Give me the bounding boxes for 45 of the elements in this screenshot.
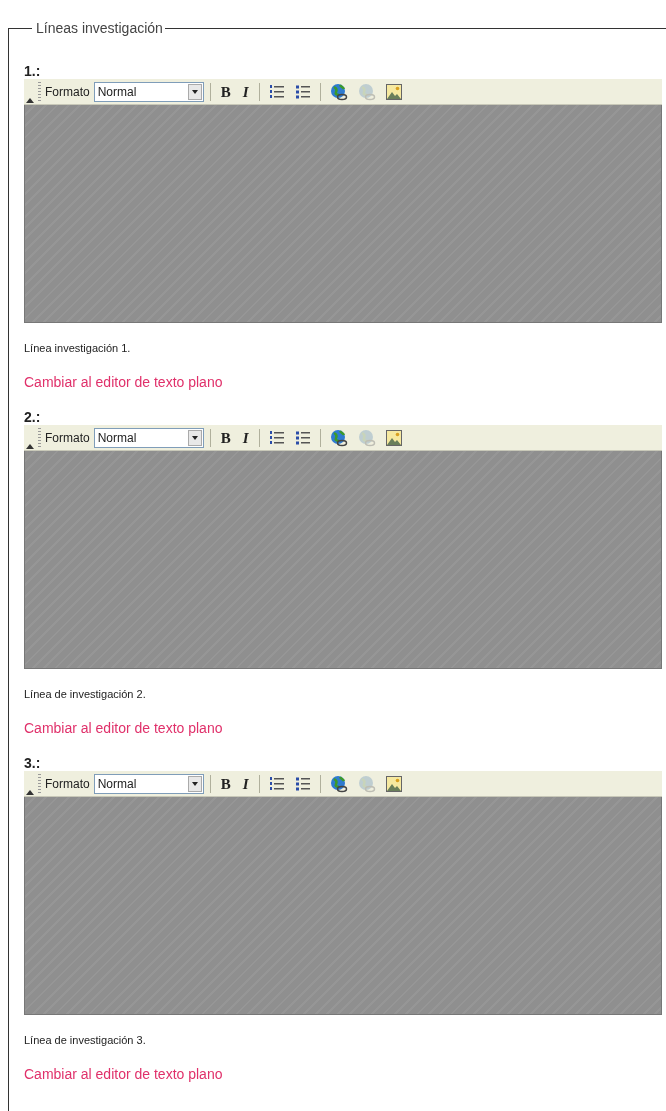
field-label: 2.:	[24, 409, 42, 425]
numbered-list-icon	[268, 83, 285, 100]
plain-text-editor-link[interactable]: Cambiar al editor de texto plano	[24, 719, 223, 737]
triangle-up-icon	[26, 96, 34, 103]
numbered-list-icon	[268, 775, 285, 792]
image-icon	[385, 429, 402, 446]
numbered-list-icon	[268, 429, 285, 446]
field-caption: Línea investigación 1.	[24, 342, 132, 355]
triangle-up-icon	[26, 442, 34, 449]
image-icon	[385, 83, 402, 100]
bullet-list-icon	[294, 775, 311, 792]
format-dropdown[interactable]: Normal	[93, 427, 204, 448]
field-caption: Línea de investigación 2.	[24, 688, 147, 701]
bold-button[interactable]: B	[216, 772, 235, 795]
format-dropdown[interactable]: Normal	[93, 773, 204, 794]
globe-unlink-icon	[357, 428, 376, 447]
field-caption: Línea de investigación 3.	[24, 1034, 147, 1047]
caret-icon	[191, 435, 198, 440]
triangle-up-icon	[26, 788, 34, 795]
format-label: Formato	[45, 429, 90, 447]
toolbar-grip	[38, 773, 41, 794]
plain-text-editor-link[interactable]: Cambiar al editor de texto plano	[24, 373, 223, 391]
bullet-list-icon	[294, 429, 311, 446]
bold-button[interactable]: B	[216, 80, 235, 103]
bold-button[interactable]: B	[216, 426, 235, 449]
italic-button[interactable]: I	[238, 772, 253, 795]
italic-button[interactable]: I	[238, 426, 253, 449]
plain-text-editor-link[interactable]: Cambiar al editor de texto plano	[24, 1065, 223, 1083]
italic-button[interactable]: I	[238, 80, 253, 103]
toolbar-grip	[38, 427, 41, 448]
format-label: Formato	[45, 775, 90, 793]
format-label: Formato	[45, 83, 90, 101]
caret-icon	[191, 89, 198, 94]
toolbar-grip	[38, 81, 41, 102]
bullet-list-icon	[294, 83, 311, 100]
globe-link-icon	[329, 774, 348, 793]
field-label: 3.:	[24, 755, 42, 771]
globe-link-icon	[329, 428, 348, 447]
format-dropdown[interactable]: Normal	[93, 81, 204, 102]
globe-unlink-icon	[357, 774, 376, 793]
field-label: 1.:	[24, 63, 42, 79]
globe-unlink-icon	[357, 82, 376, 101]
caret-icon	[191, 781, 198, 786]
image-icon	[385, 775, 402, 792]
globe-link-icon	[329, 82, 348, 101]
